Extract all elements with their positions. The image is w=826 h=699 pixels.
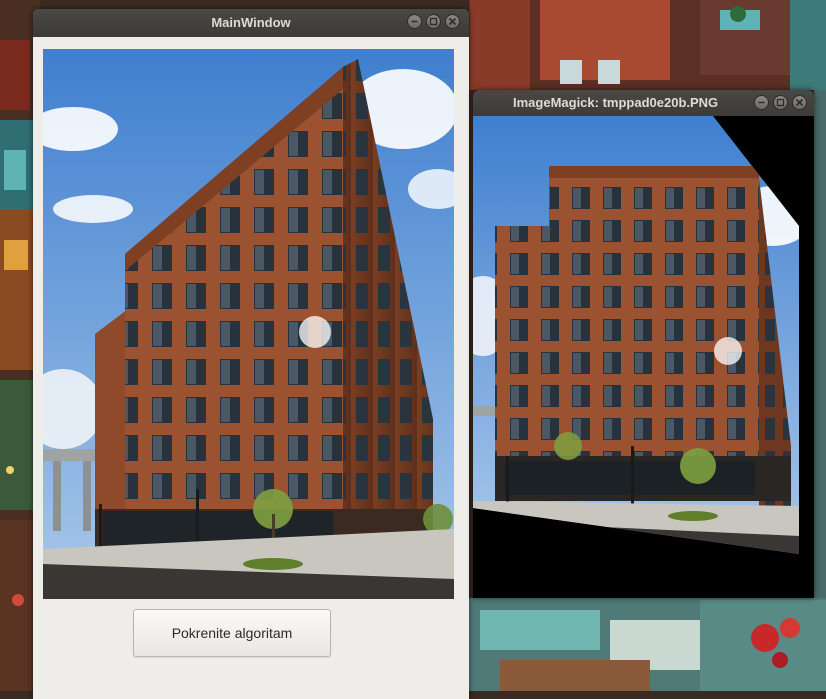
building-photo [43, 49, 454, 599]
imagemagick-titlebar[interactable]: ImageMagick: tmppad0e20b.PNG [473, 90, 814, 116]
window-title: MainWindow [211, 15, 291, 30]
minimize-icon[interactable] [407, 14, 422, 29]
main-window-titlebar[interactable]: MainWindow [33, 9, 469, 37]
imagemagick-window: ImageMagick: tmppad0e20b.PNG [473, 90, 814, 598]
maximize-icon[interactable] [773, 95, 788, 110]
main-window: MainWindow Pokrenite algoritam [33, 9, 469, 699]
transformed-building-image [473, 116, 814, 598]
close-icon[interactable] [445, 14, 460, 29]
run-algorithm-button[interactable]: Pokrenite algoritam [133, 609, 331, 657]
maximize-icon[interactable] [426, 14, 441, 29]
minimize-icon[interactable] [754, 95, 769, 110]
close-icon[interactable] [792, 95, 807, 110]
